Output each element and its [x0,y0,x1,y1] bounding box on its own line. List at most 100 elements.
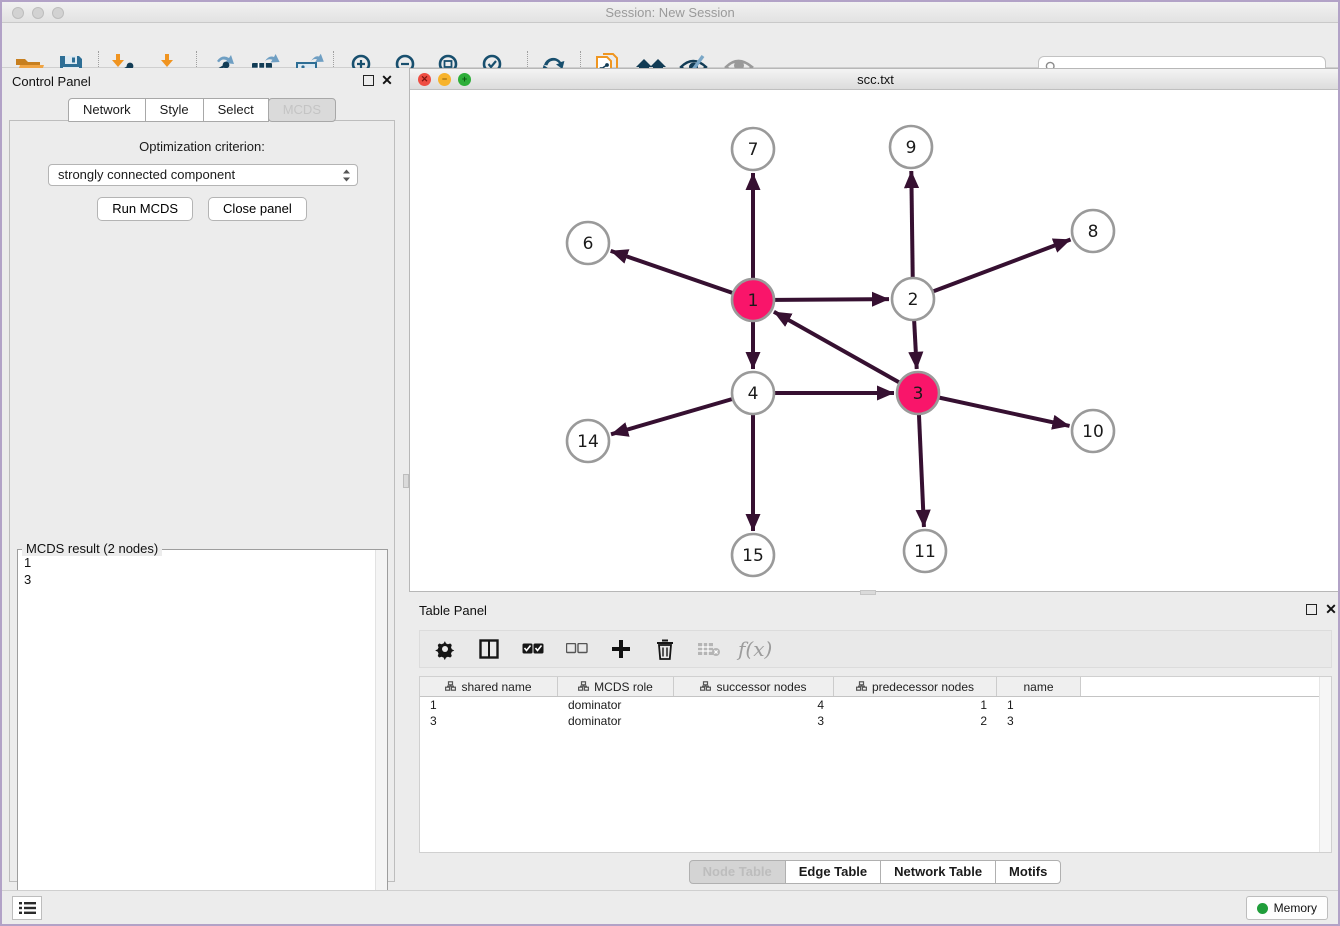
table-scrollbar[interactable] [1319,677,1331,852]
deselect-all-icon[interactable] [562,634,592,664]
table-cell[interactable]: 1 [997,698,1081,712]
network-canvas[interactable]: 7 9 6 8 1 2 4 3 14 10 15 11 [410,90,1340,591]
column-header-name[interactable]: name [997,677,1081,696]
float-panel-icon[interactable] [363,75,374,86]
table-cell[interactable]: 3 [997,714,1081,728]
edge-1-6[interactable] [611,251,753,300]
table-panel-header: Table Panel ✕ [409,597,1340,625]
node-label-4: 4 [748,384,759,404]
memory-button[interactable]: Memory [1246,896,1328,920]
column-pane-icon[interactable] [474,634,504,664]
table-panel-title: Table Panel [419,603,487,618]
column-type-icon [856,680,867,694]
column-header-shared-name[interactable]: shared name [420,677,558,696]
application-window: Session: New Session [0,0,1340,926]
control-panel-header: Control Panel ✕ [2,68,403,96]
edge-2-8[interactable] [913,239,1071,299]
task-history-list-icon[interactable] [12,896,42,920]
result-line: 1 [24,554,31,571]
result-line: 3 [24,571,31,588]
table-toolbar: f(x) [419,630,1332,668]
network-graph[interactable]: 7 9 6 8 1 2 4 3 14 10 15 11 [410,90,1340,591]
mcds-tab-content: Optimization criterion: strongly connect… [9,120,395,882]
close-table-panel-icon[interactable]: ✕ [1324,601,1338,617]
window-title: Session: New Session [2,5,1338,20]
edge-3-10[interactable] [918,393,1070,426]
table-row[interactable]: 1dominator411 [420,697,1331,713]
tab-motifs[interactable]: Motifs [995,860,1061,884]
node-label-2: 2 [908,290,919,310]
table-panel-tabs: Node TableEdge TableNetwork TableMotifs [409,860,1340,884]
result-scrollbar[interactable] [375,550,387,926]
delete-column-trash-icon[interactable] [650,634,680,664]
node-label-11: 11 [914,542,936,562]
column-header-predecessor-nodes[interactable]: predecessor nodes [834,677,997,696]
table-cell[interactable]: 3 [420,714,558,728]
column-type-icon [445,680,456,694]
control-panel-tabs: NetworkStyleSelectMCDS [2,98,403,122]
table-cell[interactable]: 4 [674,698,834,712]
horizontal-splitter-handle[interactable] [860,590,876,595]
edge-3-1[interactable] [774,312,918,393]
memory-label: Memory [1274,901,1317,915]
table-cell[interactable]: 2 [834,714,997,728]
mcds-result-group: MCDS result (2 nodes) 13 [17,549,388,926]
tab-network[interactable]: Network [68,98,146,122]
table-cell[interactable]: 1 [834,698,997,712]
column-header-label: shared name [461,680,531,694]
table-settings-gear-icon[interactable] [430,634,460,664]
function-builder-icon: f(x) [738,637,772,661]
node-label-6: 6 [583,234,594,254]
network-window-title: scc.txt [410,72,1340,87]
select-chevrons-icon [342,168,351,183]
column-header-MCDS-role[interactable]: MCDS role [558,677,674,696]
close-panel-button[interactable]: Close panel [208,197,307,221]
close-panel-icon[interactable]: ✕ [380,72,394,88]
column-header-label: successor nodes [716,680,806,694]
node-label-10: 10 [1082,422,1104,442]
column-type-icon [578,680,589,694]
run-mcds-button[interactable]: Run MCDS [97,197,193,221]
add-column-icon[interactable] [606,634,636,664]
node-label-14: 14 [577,432,599,452]
table-panel: Table Panel ✕ [409,597,1340,892]
table-cell[interactable]: dominator [558,714,674,728]
main-toolbar [2,23,1338,68]
node-label-15: 15 [742,546,764,566]
tab-edge-table[interactable]: Edge Table [785,860,881,884]
optimization-criterion-select[interactable]: strongly connected component [48,164,358,186]
delete-table-icon-disabled [694,634,724,664]
network-window-titlebar: ✕ − + scc.txt [410,69,1340,90]
node-label-9: 9 [906,138,917,158]
node-label-8: 8 [1088,222,1099,242]
table-cell[interactable]: dominator [558,698,674,712]
select-all-icon[interactable] [518,634,548,664]
tab-mcds[interactable]: MCDS [268,98,336,122]
memory-status-icon [1257,903,1268,914]
column-header-label: predecessor nodes [872,680,974,694]
node-label-3: 3 [913,384,924,404]
status-bar: Memory [2,890,1338,924]
control-panel-title: Control Panel [12,74,91,89]
table-cell[interactable]: 1 [420,698,558,712]
node-table-body: 1dominator4113dominator323 [420,697,1331,729]
table-row[interactable]: 3dominator323 [420,713,1331,729]
node-label-1: 1 [748,291,759,311]
optimization-criterion-value: strongly connected component [58,167,235,182]
node-table-header-row: shared name MCDS role successor nodes prede… [420,677,1331,697]
mcds-result-list[interactable]: 13 [24,554,31,588]
tab-select[interactable]: Select [203,98,269,122]
float-table-panel-icon[interactable] [1306,604,1317,615]
optimization-criterion-label: Optimization criterion: [10,139,394,154]
table-cell[interactable]: 3 [674,714,834,728]
node-label-7: 7 [748,140,759,160]
tab-style[interactable]: Style [145,98,204,122]
column-header-successor-nodes[interactable]: successor nodes [674,677,834,696]
column-header-label: MCDS role [594,680,653,694]
main-titlebar: Session: New Session [2,2,1338,23]
column-type-icon [700,680,711,694]
mcds-result-title: MCDS result (2 nodes) [22,541,162,556]
network-view-window: ✕ − + scc.txt 7 9 6 8 1 2 4 3 14 10 15 11 [409,68,1340,592]
tab-node-table[interactable]: Node Table [689,860,786,884]
tab-network-table[interactable]: Network Table [880,860,996,884]
